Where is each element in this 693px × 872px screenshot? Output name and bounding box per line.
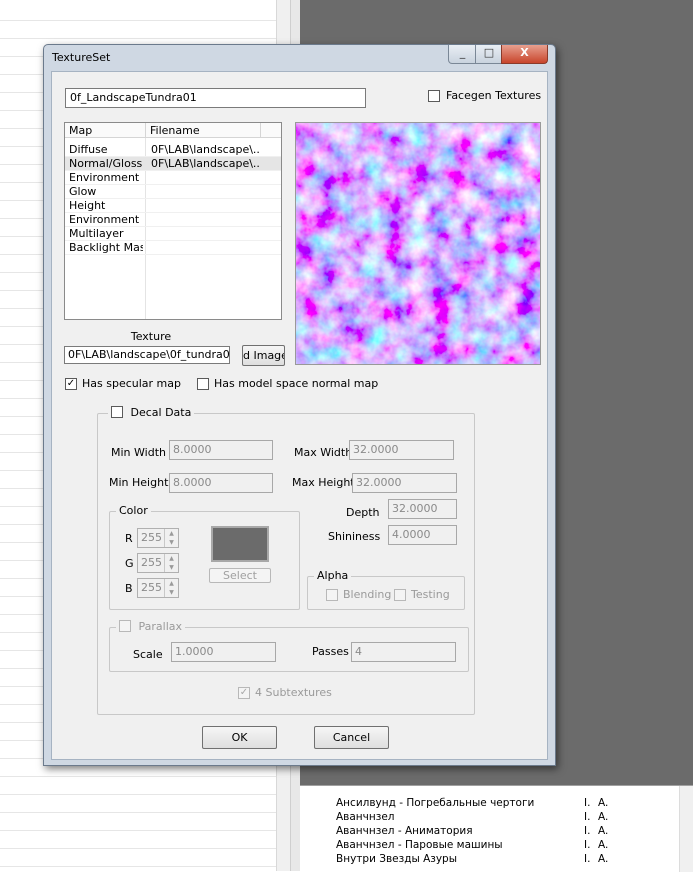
depth-label: Depth [346,506,380,519]
minimize-button[interactable]: _ [448,45,477,64]
close-button[interactable]: X [501,45,548,64]
min-width-field[interactable]: 8.0000 [169,440,273,460]
spin-up-icon[interactable]: ▲ [164,579,178,588]
map-row-height[interactable]: Height [65,199,281,213]
list-item[interactable]: Внутри Звезды Азуры I. A. [336,852,676,866]
depth-field[interactable]: 32.0000 [388,499,457,519]
min-height-field[interactable]: 8.0000 [169,473,273,493]
parallax-label: Parallax [138,620,183,633]
facegen-label: Facegen Textures [446,89,542,102]
list-scrollbar[interactable] [679,786,693,872]
map-row-backlight-mask[interactable]: Backlight Mask [65,241,281,255]
model-space-normal-label: Has model space normal map [214,377,379,390]
list-item[interactable]: Аванчнзел - Аниматория I. A. [336,824,676,838]
blending-checkbox[interactable] [326,589,338,601]
texture-map-list[interactable]: Map Filename Diffuse 0F\LAB\landscape\...… [64,122,282,320]
model-space-normal-checkbox[interactable] [197,378,209,390]
grid-line [0,776,276,777]
specular-checkbox[interactable]: ✓ [65,378,77,390]
blending-label: Blending [343,588,392,601]
cell-list: Ансилвунд - Погребальные чертоги I. A. Ава… [300,785,693,872]
scale-field[interactable]: 1.0000 [171,642,276,662]
list-header: Map Filename [65,123,281,138]
blue-label: B [125,582,133,595]
map-row-multilayer[interactable]: Multilayer [65,227,281,241]
decal-data-checkbox[interactable] [111,406,123,418]
title-bar[interactable]: TextureSet _ □ X [44,45,555,71]
maximize-button[interactable]: □ [475,45,503,64]
grid-line [0,830,276,831]
passes-label: Passes [312,645,349,658]
spin-up-icon[interactable]: ▲ [164,529,178,538]
alpha-title: Alpha [314,569,352,582]
map-row-diffuse[interactable]: Diffuse 0F\LAB\landscape\... [65,143,281,157]
testing-label: Testing [411,588,450,601]
color-swatch [211,526,269,562]
map-row-environment[interactable]: Environment [65,213,281,227]
grid-line [0,20,276,21]
max-height-field[interactable]: 32.0000 [352,473,457,493]
texture-preview-image [295,122,541,365]
alpha-group: Alpha Blending Testing [307,569,465,610]
decal-data-title: Decal Data [108,406,195,419]
parallax-group: Parallax Scale 1.0000 Passes 4 [109,620,469,672]
texture-label: Texture [130,330,172,343]
column-header-filename[interactable]: Filename [146,123,261,138]
editor-id-field[interactable]: 0f_LandscapeTundra01 [65,88,366,108]
facegen-checkbox[interactable] [428,90,440,102]
texture-path-field[interactable]: 0F\LAB\landscape\0f_tundra01_ [64,346,230,364]
list-item[interactable]: Аванчнзел - Паровые машины I. A. [336,838,676,852]
decal-data-group: Decal Data Min Width 8.0000 Max Width 32… [97,406,475,715]
scale-label: Scale [133,648,163,661]
color-title: Color [116,504,151,517]
specular-label: Has specular map [82,377,181,390]
grid-line [0,794,276,795]
max-width-label: Max Width [294,446,353,459]
grid-line [0,38,276,39]
parallax-title: Parallax [116,620,186,633]
max-height-label: Max Height [292,476,355,489]
spin-down-icon[interactable]: ▼ [164,538,178,547]
green-label: G [125,557,134,570]
map-row-normal-gloss[interactable]: Normal/Gloss 0F\LAB\landscape\... [65,157,281,171]
max-width-field[interactable]: 32.0000 [349,440,454,460]
color-group: Color R 255 ▲ ▼ G 255 ▲ ▼ B 255 ▲ ▼ Select [109,504,300,610]
grid-line [0,866,276,867]
grid-line [0,848,276,849]
ok-button[interactable]: OK [202,726,277,749]
testing-checkbox[interactable] [394,589,406,601]
map-row-environment-mask[interactable]: Environment ... [65,171,281,185]
textureset-dialog: TextureSet _ □ X 0f_LandscapeTundra01 Fa… [43,44,556,766]
min-width-label: Min Width [111,446,166,459]
shininess-field[interactable]: 4.0000 [388,525,457,545]
min-height-label: Min Height [109,476,169,489]
spin-down-icon[interactable]: ▼ [164,563,178,572]
green-spinner[interactable]: 255 ▲ ▼ [137,553,179,573]
subtextures-label: 4 Subtextures [255,686,332,699]
spin-down-icon[interactable]: ▼ [164,588,178,597]
load-image-button[interactable]: d Image [242,345,285,366]
grid-line [0,812,276,813]
dialog-title: TextureSet [52,51,111,64]
dialog-client-area: 0f_LandscapeTundra01 Facegen Textures Ma… [51,71,548,760]
spin-up-icon[interactable]: ▲ [164,554,178,563]
red-spinner[interactable]: 255 ▲ ▼ [137,528,179,548]
red-label: R [125,532,133,545]
parallax-checkbox[interactable] [119,620,131,632]
shininess-label: Shininess [328,530,381,543]
select-color-button[interactable]: Select [209,568,271,583]
cancel-button[interactable]: Cancel [314,726,389,749]
passes-field[interactable]: 4 [351,642,456,662]
column-header-map[interactable]: Map [65,123,146,138]
blue-spinner[interactable]: 255 ▲ ▼ [137,578,179,598]
list-item[interactable]: Ансилвунд - Погребальные чертоги I. A. [336,796,676,810]
map-row-glow[interactable]: Glow [65,185,281,199]
subtextures-checkbox[interactable]: ✓ [238,687,250,699]
decal-data-label: Decal Data [130,406,192,419]
list-item[interactable]: Аванчнзел I. A. [336,810,676,824]
